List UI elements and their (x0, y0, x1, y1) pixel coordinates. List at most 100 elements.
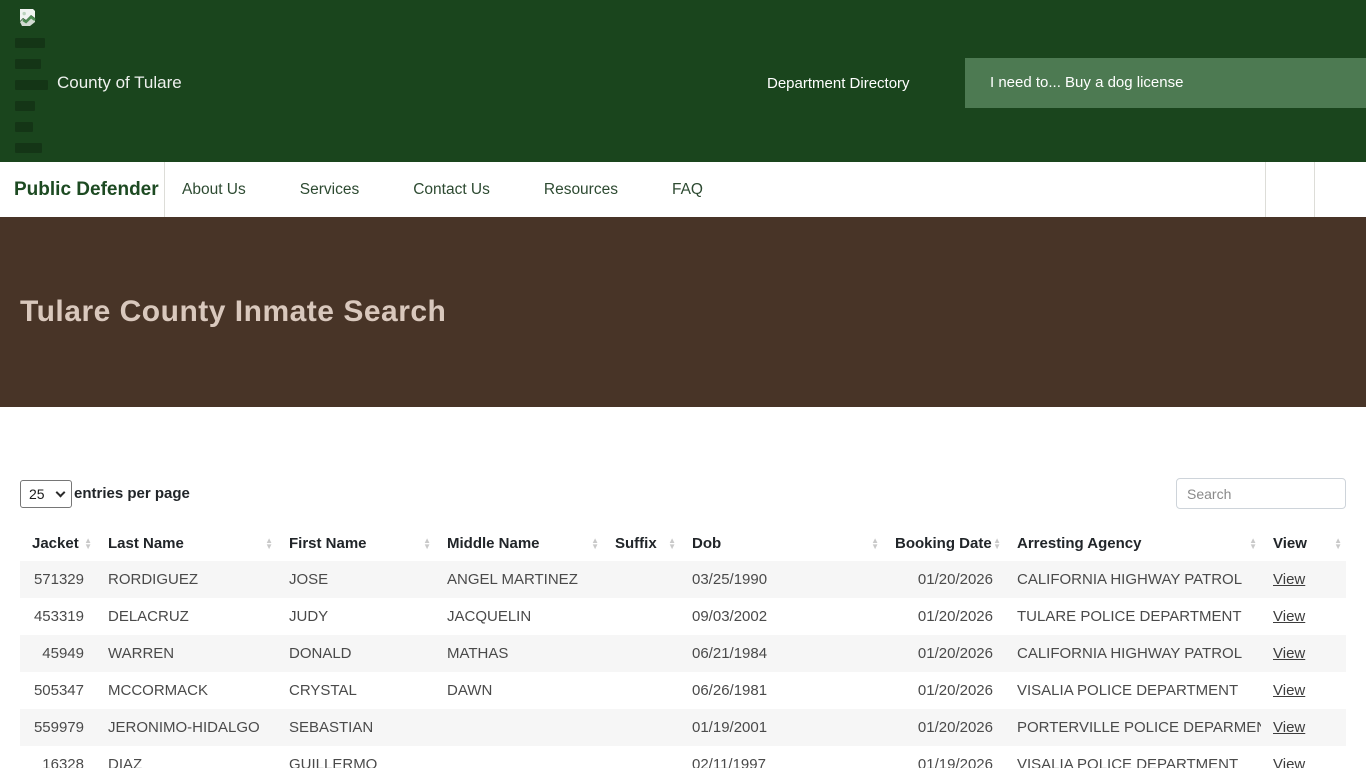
column-header-label: View (1273, 535, 1307, 552)
nav-utility-cell-2[interactable] (1314, 162, 1366, 217)
column-header-label: Middle Name (447, 535, 540, 552)
search-input[interactable] (1176, 478, 1346, 509)
cell-first: DONALD (277, 635, 435, 672)
column-header-label: Suffix (615, 535, 657, 552)
entries-per-page-control: 25 entries per page (20, 480, 190, 508)
cell-booking: 01/20/2026 (883, 672, 1005, 709)
view-link[interactable]: View (1273, 756, 1305, 768)
cell-middle: JACQUELIN (435, 598, 603, 635)
view-link[interactable]: View (1273, 645, 1305, 662)
column-header-booking-date[interactable]: Booking Date▲▼ (883, 526, 1005, 561)
cell-booking: 01/19/2026 (883, 746, 1005, 768)
cell-first: SEBASTIAN (277, 709, 435, 746)
cell-view: View (1261, 746, 1346, 768)
column-header-label: Booking Date (895, 535, 992, 552)
sort-icon: ▲▼ (668, 538, 676, 550)
sort-icon: ▲▼ (1249, 538, 1257, 550)
sort-icon: ▲▼ (871, 538, 879, 550)
cell-last: DIAZ (96, 746, 277, 768)
cell-middle: MATHAS (435, 635, 603, 672)
entries-per-page-select[interactable]: 25 (20, 480, 72, 508)
broken-image-icon (18, 8, 37, 32)
cell-view: View (1261, 709, 1346, 746)
cell-agency: VISALIA POLICE DEPARTMENT (1005, 746, 1261, 768)
page-title: Tulare County Inmate Search (0, 295, 446, 329)
cell-last: MCCORMACK (96, 672, 277, 709)
cell-first: JOSE (277, 561, 435, 598)
column-header-middle-name[interactable]: Middle Name▲▼ (435, 526, 603, 561)
site-name[interactable]: County of Tulare (57, 73, 182, 93)
cell-agency: PORTERVILLE POLICE DEPARMENT (1005, 709, 1261, 746)
cell-suffix (603, 598, 680, 635)
cell-view: View (1261, 598, 1346, 635)
cell-middle (435, 746, 603, 768)
column-header-label: Dob (692, 535, 721, 552)
column-header-first-name[interactable]: First Name ▲▼ (277, 526, 435, 561)
cell-middle: ANGEL MARTINEZ (435, 561, 603, 598)
cell-agency: VISALIA POLICE DEPARTMENT (1005, 672, 1261, 709)
column-header-view[interactable]: View ▲▼ (1261, 526, 1346, 561)
table-controls: 25 entries per page (20, 478, 1346, 509)
nav-links: About Us Services Contact Us Resources FAQ (165, 162, 703, 217)
view-link[interactable]: View (1273, 682, 1305, 699)
hero-banner: Tulare County Inmate Search (0, 217, 1366, 407)
cell-jacket: 453319 (20, 598, 96, 635)
column-header-dob[interactable]: Dob ▲▼ (680, 526, 883, 561)
sort-icon: ▲▼ (265, 538, 273, 550)
cell-dob: 02/11/1997 (680, 746, 883, 768)
cell-agency: CALIFORNIA HIGHWAY PATROL (1005, 561, 1261, 598)
cell-dob: 01/19/2001 (680, 709, 883, 746)
nav-item-faq[interactable]: FAQ (672, 181, 703, 199)
cell-dob: 03/25/1990 (680, 561, 883, 598)
cell-view: View (1261, 635, 1346, 672)
cell-jacket: 571329 (20, 561, 96, 598)
cell-first: JUDY (277, 598, 435, 635)
main-nav: Public Defender About Us Services Contact … (0, 162, 1366, 217)
cell-dob: 06/21/1984 (680, 635, 883, 672)
table-head: Jacket▲▼Last Name▲▼ First Name ▲▼ Middle Na… (20, 526, 1346, 561)
cell-suffix (603, 746, 680, 768)
sort-icon: ▲▼ (993, 538, 1001, 550)
cell-dob: 06/26/1981 (680, 672, 883, 709)
column-header-last-name[interactable]: Last Name▲▼ (96, 526, 277, 561)
sort-icon: ▲▼ (1334, 538, 1342, 550)
sort-icon: ▲▼ (423, 538, 431, 550)
cell-jacket: 505347 (20, 672, 96, 709)
cell-booking: 01/20/2026 (883, 561, 1005, 598)
i-need-to-dropdown[interactable]: I need to... Buy a dog license (965, 58, 1366, 108)
cell-suffix (603, 709, 680, 746)
column-header-arresting-agency[interactable]: Arresting Agency ▲▼ (1005, 526, 1261, 561)
logo-alt-text (15, 38, 48, 164)
cell-last: JERONIMO-HIDALGO (96, 709, 277, 746)
nav-spacer (703, 162, 1265, 217)
table-row: 453319DELACRUZJUDYJACQUELIN09/03/200201/… (20, 598, 1346, 635)
cell-jacket: 45949 (20, 635, 96, 672)
table-row: 45949WARRENDONALDMATHAS06/21/198401/20/2… (20, 635, 1346, 672)
cell-jacket: 16328 (20, 746, 96, 768)
nav-item-resources[interactable]: Resources (544, 181, 618, 199)
view-link[interactable]: View (1273, 719, 1305, 736)
cell-agency: TULARE POLICE DEPARTMENT (1005, 598, 1261, 635)
view-link[interactable]: View (1273, 571, 1305, 588)
inmate-table: Jacket▲▼Last Name▲▼ First Name ▲▼ Middle Na… (20, 526, 1346, 768)
nav-utility-cell-1[interactable] (1265, 162, 1314, 217)
cell-dob: 09/03/2002 (680, 598, 883, 635)
sort-icon: ▲▼ (84, 538, 92, 550)
column-header-suffix[interactable]: Suffix ▲▼ (603, 526, 680, 561)
view-link[interactable]: View (1273, 608, 1305, 625)
cell-last: RORDIGUEZ (96, 561, 277, 598)
table-row: 559979JERONIMO-HIDALGOSEBASTIAN01/19/200… (20, 709, 1346, 746)
cell-view: View (1261, 672, 1346, 709)
table-row: 16328DIAZGUILLERMO02/11/199701/19/2026VI… (20, 746, 1346, 768)
nav-item-services[interactable]: Services (300, 181, 359, 199)
nav-item-contact-us[interactable]: Contact Us (413, 181, 490, 199)
column-header-label: Arresting Agency (1017, 535, 1141, 552)
column-header-label: First Name (289, 535, 367, 552)
table-row: 505347MCCORMACKCRYSTALDAWN06/26/198101/2… (20, 672, 1346, 709)
nav-item-about-us[interactable]: About Us (182, 181, 246, 199)
nav-brand-public-defender[interactable]: Public Defender (0, 162, 165, 217)
department-directory-link[interactable]: Department Directory (767, 75, 910, 92)
entries-per-page-label: entries per page (74, 485, 190, 502)
column-header-jacket[interactable]: Jacket▲▼ (20, 526, 96, 561)
cell-view: View (1261, 561, 1346, 598)
